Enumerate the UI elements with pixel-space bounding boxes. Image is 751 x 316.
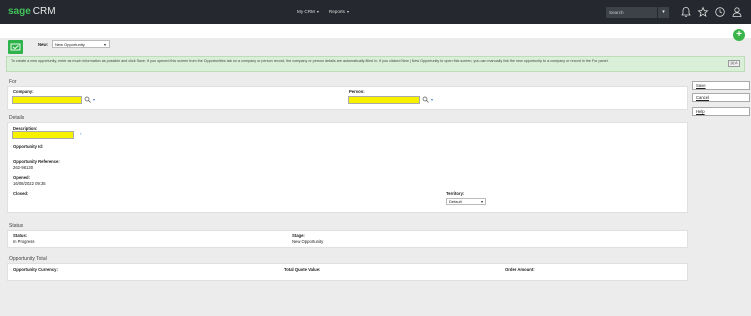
total-quote-value-label: Total Quote Value: [284,267,321,272]
help-banner-text: To create a new opportunity, enter as mu… [11,59,609,63]
status-panel [7,230,688,248]
opportunity-currency-label: Opportunity Currency: [13,267,58,272]
stage-value: New Opportunity [292,239,324,244]
cancel-button[interactable]: Cancel [692,93,750,102]
order-amount-label: Order Amount: [505,267,535,272]
company-label: Company: [13,89,34,94]
section-title-for: For [9,79,17,85]
opportunity-id-label: Opportunity Id: [13,144,44,149]
logo-brand: sage [8,6,31,17]
new-label: New: [38,42,49,47]
opportunity-reference-label: Opportunity Reference: [13,159,60,164]
opportunity-reference-value: 262-96130 [13,165,34,170]
banner-close-button[interactable]: [x] A [728,60,740,67]
user-icon[interactable] [731,6,743,18]
search-icon[interactable] [422,96,429,103]
menu-my-crm-label: My CRM [297,9,315,14]
new-entity-value: New Opportunity [55,42,85,47]
section-title-opportunity-total: Opportunity Total [9,256,47,262]
section-title-status: Status [9,223,24,229]
required-marker: * [80,132,82,137]
person-field[interactable] [348,96,420,104]
opportunity-icon [8,40,23,54]
sage-crm-logo[interactable]: sage CRM [8,6,56,18]
search-input[interactable]: Search [606,7,657,18]
company-field[interactable] [12,96,82,104]
opened-label: Opened: [13,175,30,180]
top-navigation-bar: sage CRM My CRM ▾ Reports ▾ Search ▾ [0,0,751,24]
chevron-down-icon: ▾ [480,199,483,204]
search-options-dropdown[interactable]: ▾ [657,7,669,18]
closed-label: Closed: [13,191,29,196]
territory-value: Default [449,199,462,204]
section-title-details: Details [9,115,25,121]
description-field[interactable] [12,131,74,139]
help-button[interactable]: Help [692,107,750,116]
add-new-button[interactable]: + [733,29,745,41]
status-label: Status: [13,233,28,238]
clock-icon[interactable] [714,6,726,18]
company-options-icon[interactable]: ▾ [93,97,95,102]
help-banner: To create a new opportunity, enter as mu… [6,56,745,72]
territory-select[interactable]: Default ▾ [446,198,486,205]
chevron-down-icon: ▾ [103,42,106,47]
logo-product: CRM [32,6,56,17]
menu-reports[interactable]: Reports ▾ [329,9,349,14]
chevron-down-icon: ▾ [316,9,319,14]
search-icon[interactable] [84,96,91,103]
details-panel [7,122,688,213]
person-options-icon[interactable]: ▾ [431,97,433,102]
stage-label: Stage: [292,233,305,238]
bell-icon[interactable] [680,6,692,18]
person-label: Person: [349,89,365,94]
save-button-label: Save [696,83,706,88]
territory-label: Territory: [446,191,465,196]
opened-value: 16/08/2022 09:35 [13,181,46,186]
cancel-button-label: Cancel [696,95,710,100]
status-value: In Progress [13,239,35,244]
chevron-down-icon: ▾ [346,9,349,14]
star-icon[interactable] [697,6,709,18]
help-button-label: Help [696,109,705,114]
new-entity-select[interactable]: New Opportunity ▾ [52,40,110,48]
save-button[interactable]: Save [692,81,750,90]
menu-my-crm[interactable]: My CRM ▾ [297,9,319,14]
main-menu: My CRM ▾ Reports ▾ [297,9,349,14]
sub-header-strip [0,24,751,38]
menu-reports-label: Reports [328,9,345,14]
opportunity-total-panel [7,263,688,281]
